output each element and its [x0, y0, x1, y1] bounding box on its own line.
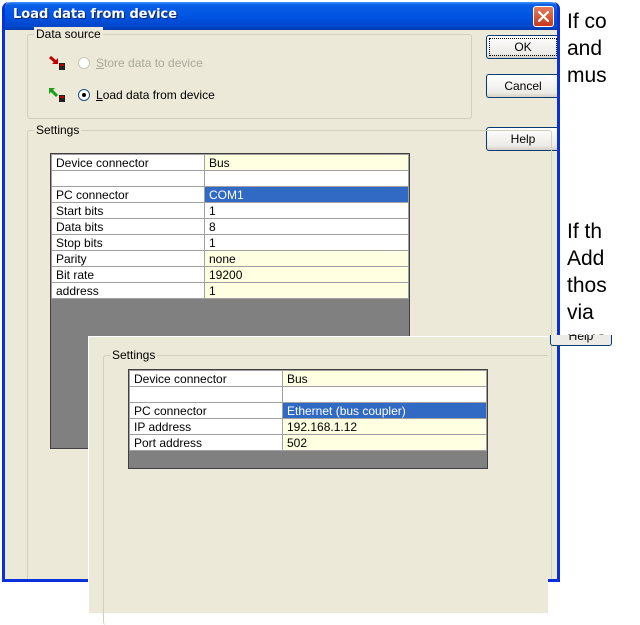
property-name: Data bits	[51, 218, 205, 235]
property-name: Parity	[51, 250, 205, 267]
property-value[interactable]: 19200	[204, 266, 409, 283]
store-to-device-icon	[49, 55, 65, 70]
table-row[interactable]: Port address 502	[129, 434, 487, 451]
doc-line: mus	[567, 64, 607, 87]
load-data-label: Load data from device	[96, 88, 215, 102]
property-name: Port address	[129, 434, 283, 451]
property-value[interactable]	[204, 170, 409, 187]
property-name	[129, 386, 283, 403]
doc-line: thos	[567, 274, 607, 297]
doc-paragraph-2: If th Add thos via mus	[567, 218, 607, 353]
store-data-radio[interactable]	[78, 57, 90, 69]
property-value[interactable]: 8	[204, 218, 409, 235]
table-row[interactable]: Data bits 8	[51, 218, 409, 235]
property-name: Device connector	[129, 370, 283, 387]
table-row[interactable]	[51, 170, 409, 187]
property-name: Stop bits	[51, 234, 205, 251]
doc-line: If th	[567, 220, 603, 243]
property-name	[51, 170, 205, 187]
accelerator-key: S	[96, 56, 105, 70]
property-name: IP address	[129, 418, 283, 435]
property-value[interactable]: 1	[204, 234, 409, 251]
property-value[interactable]: 502	[282, 434, 487, 451]
settings-label: Settings	[110, 348, 158, 362]
help-button-partial[interactable]: Help	[550, 335, 612, 346]
ethernet-property-grid: Device connector Bus PC connector Ethernet…	[128, 369, 488, 469]
close-icon	[538, 11, 549, 22]
doc-line: and	[567, 37, 603, 60]
settings-label: Settings	[34, 123, 82, 137]
table-row[interactable]: Device connector Bus	[51, 154, 409, 171]
settings-group-ethernet: Settings Device connector Bus PC connecto…	[103, 348, 549, 625]
table-row[interactable]: Stop bits 1	[51, 234, 409, 251]
property-name: Start bits	[51, 202, 205, 219]
store-data-option[interactable]: Store data to device	[48, 55, 203, 71]
load-data-option[interactable]: Load data from device	[48, 87, 215, 103]
ok-button[interactable]: OK	[486, 35, 557, 59]
doc-paragraph-1: If co and mus	[567, 8, 607, 89]
ethernet-settings-panel: Settings Device connector Bus PC connecto…	[88, 336, 549, 625]
doc-line: via	[567, 301, 594, 324]
accelerator-key: L	[96, 88, 103, 102]
doc-line: If co	[567, 10, 607, 33]
table-row[interactable]: IP address 192.168.1.12	[129, 418, 487, 435]
property-value[interactable]: 1	[204, 282, 409, 299]
close-button[interactable]	[533, 6, 554, 27]
cancel-button[interactable]: Cancel	[486, 74, 557, 98]
dialog-title: Load data from device	[13, 7, 178, 22]
property-name: PC connector	[129, 402, 283, 419]
table-row[interactable]: PC connector COM1	[51, 186, 409, 203]
dialog-titlebar[interactable]: Load data from device	[5, 2, 557, 30]
property-name: PC connector	[51, 186, 205, 203]
table-row[interactable]: Parity none	[51, 250, 409, 267]
property-name: Bit rate	[51, 266, 205, 283]
property-value[interactable]: 1	[204, 202, 409, 219]
property-value-selected[interactable]: Ethernet (bus coupler)	[282, 402, 487, 419]
data-source-group: Data source Store data to device Load da…	[27, 27, 472, 119]
load-data-radio[interactable]	[78, 89, 90, 101]
property-value[interactable]	[282, 386, 487, 403]
property-value-selected[interactable]: COM1	[204, 186, 409, 203]
load-from-device-icon	[49, 88, 65, 102]
data-source-label: Data source	[34, 27, 103, 41]
table-row[interactable]: Bit rate 19200	[51, 266, 409, 283]
doc-line: Add	[567, 247, 605, 270]
property-name: address	[51, 282, 205, 299]
property-name: Device connector	[51, 154, 205, 171]
table-row[interactable]: Device connector Bus	[129, 370, 487, 387]
table-row[interactable]: Start bits 1	[51, 202, 409, 219]
store-data-label: Store data to device	[96, 56, 203, 70]
table-row[interactable]: address 1	[51, 282, 409, 299]
property-value[interactable]: none	[204, 250, 409, 267]
property-value[interactable]: Bus	[204, 154, 409, 171]
property-value[interactable]: 192.168.1.12	[282, 418, 487, 435]
table-row[interactable]: PC connector Ethernet (bus coupler)	[129, 402, 487, 419]
table-row[interactable]	[129, 386, 487, 403]
property-value[interactable]: Bus	[282, 370, 487, 387]
